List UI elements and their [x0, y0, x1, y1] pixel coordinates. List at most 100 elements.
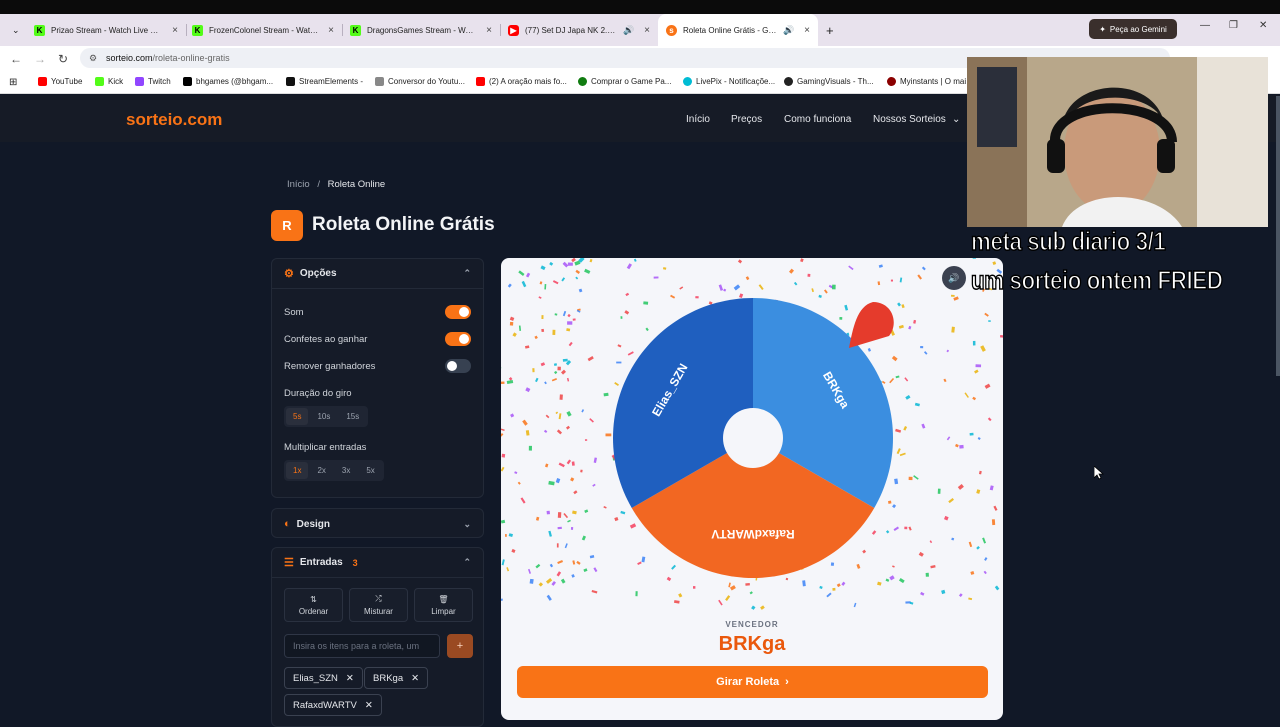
duration-10s[interactable]: 10s — [310, 408, 337, 425]
confetti-piece — [892, 504, 896, 508]
confetti-piece — [559, 463, 565, 468]
confetti-piece — [837, 583, 841, 587]
add-entry-button[interactable]: + — [447, 634, 473, 658]
sound-toggle[interactable] — [445, 305, 471, 319]
design-header[interactable]: ◐ Design ⌄ — [272, 509, 483, 539]
options-header[interactable]: ⚙ Opções ⌃ — [272, 259, 483, 289]
tab-list-button[interactable]: ⌄ — [4, 18, 24, 42]
tab-frozencolonel[interactable]: K FrozenColonel Stream - Watch L × — [184, 18, 342, 42]
duration-5s[interactable]: 5s — [286, 408, 308, 425]
close-window-icon[interactable]: ✕ — [1259, 20, 1267, 31]
site-info-icon[interactable]: ⚙ — [89, 53, 97, 64]
confetti-piece — [891, 280, 893, 282]
apps-icon[interactable]: ⊞ — [9, 77, 17, 88]
nav-nossos-sorteios[interactable]: Nossos Sorteios — [873, 114, 946, 125]
confetti-piece — [505, 534, 507, 537]
site-logo[interactable]: sorteio.com — [126, 110, 222, 130]
confetti-piece — [519, 326, 521, 331]
confetti-piece — [886, 530, 889, 533]
kick-icon — [95, 77, 104, 86]
confetti-piece — [930, 565, 935, 568]
bookmark-twitch[interactable]: Twitch — [135, 77, 171, 86]
bookmark-gamepass[interactable]: Comprar o Game Pa... — [578, 77, 671, 86]
duration-15s[interactable]: 15s — [339, 408, 366, 425]
remove-winners-toggle[interactable] — [445, 359, 471, 373]
nav-inicio[interactable]: Início — [686, 114, 710, 125]
new-tab-button[interactable]: + — [818, 18, 840, 42]
confetti-piece — [970, 433, 974, 436]
chevron-up-icon[interactable]: ⌃ — [463, 557, 471, 568]
confetti-piece — [583, 568, 587, 572]
multiplier-3x[interactable]: 3x — [335, 462, 357, 479]
breadcrumb-home[interactable]: Início — [287, 179, 310, 190]
forward-icon[interactable]: → — [34, 52, 46, 66]
confetti-piece — [915, 403, 920, 407]
scrollbar-thumb[interactable] — [1276, 96, 1280, 376]
confetti-piece — [535, 564, 540, 569]
confetti-piece — [973, 258, 976, 259]
nav-como-funciona[interactable]: Como funciona — [784, 114, 851, 125]
confetti-piece — [959, 593, 963, 597]
confetti-piece — [889, 575, 894, 580]
clear-button[interactable]: 🗑 Limpar — [414, 588, 473, 622]
sort-button[interactable]: ⇅ Ordenar — [284, 588, 343, 622]
confetti-piece — [643, 301, 648, 304]
close-icon[interactable]: × — [804, 25, 810, 36]
close-icon[interactable]: × — [172, 25, 178, 36]
bookmark-livepix[interactable]: LivePix - Notificaçõe... — [683, 77, 775, 86]
bookmark-streamelements[interactable]: StreamElements - — [286, 77, 363, 86]
spin-button[interactable]: Girar Roleta › — [517, 666, 988, 698]
entry-input[interactable]: Insira os itens para a roleta, um — [284, 634, 440, 658]
confetti-toggle[interactable] — [445, 332, 471, 346]
entries-header[interactable]: ☰ Entradas 3 ⌃ — [272, 548, 483, 578]
tab-prizao[interactable]: K Prizao Stream - Watch Live on K × — [26, 18, 186, 42]
speaker-icon[interactable]: 🔊 — [942, 266, 966, 290]
nav-precos[interactable]: Preços — [731, 114, 762, 125]
tab-dj-japa[interactable]: ▶ (77) Set DJ Japa NK 2.0 Ryan 🔊 × — [500, 18, 658, 42]
close-icon[interactable]: × — [328, 25, 334, 36]
bookmark-kick[interactable]: Kick — [95, 77, 123, 86]
chevron-down-icon[interactable]: ⌄ — [463, 519, 471, 530]
bookmark-youtube[interactable]: YouTube — [38, 77, 82, 86]
confetti-piece — [976, 546, 980, 550]
close-icon[interactable]: ✕ — [365, 700, 373, 711]
multiplier-5x[interactable]: 5x — [359, 462, 381, 479]
close-icon[interactable]: ✕ — [411, 673, 419, 684]
chevron-down-icon[interactable]: ⌄ — [952, 114, 960, 125]
confetti-piece — [556, 478, 561, 483]
confetti-piece — [635, 591, 637, 596]
close-icon[interactable]: × — [644, 25, 650, 36]
confetti-piece — [510, 322, 513, 326]
shuffle-button[interactable]: ⤮ Misturar — [349, 588, 408, 622]
chevron-up-icon[interactable]: ⌃ — [463, 268, 471, 279]
gemini-button[interactable]: ✦ Peça ao Gemini — [1089, 19, 1177, 39]
confetti-piece — [557, 429, 562, 434]
confetti-piece — [544, 381, 547, 384]
confetti-piece — [904, 527, 907, 530]
confetti-piece — [580, 470, 582, 473]
confetti-piece — [557, 560, 563, 564]
confetti-piece — [614, 382, 619, 386]
bookmark-myinstants[interactable]: Myinstants | O mai — [887, 77, 966, 86]
maximize-icon[interactable]: ❐ — [1229, 20, 1238, 31]
close-icon[interactable]: × — [486, 25, 492, 36]
kick-icon: K — [350, 25, 361, 36]
bookmark-oracao[interactable]: (2) A oração mais fo... — [476, 77, 567, 86]
speaker-icon[interactable]: 🔊 — [783, 25, 794, 36]
speaker-icon[interactable]: 🔊 — [623, 25, 634, 36]
tab-dragonsgames[interactable]: K DragonsGames Stream - Watch L × — [342, 18, 500, 42]
close-icon[interactable]: ✕ — [346, 673, 354, 684]
bookmark-bhgames[interactable]: bhgames (@bhgam... — [183, 77, 273, 86]
confetti-piece — [540, 265, 545, 270]
back-icon[interactable]: ← — [10, 52, 22, 66]
confetti-piece — [625, 293, 629, 296]
multiplier-2x[interactable]: 2x — [310, 462, 332, 479]
multiplier-1x[interactable]: 1x — [286, 462, 308, 479]
confetti-piece — [589, 418, 594, 422]
tab-roleta-online[interactable]: s Roleta Online Grátis - Gire o 🔊 × — [658, 14, 818, 46]
minimize-icon[interactable]: — — [1200, 20, 1210, 31]
confetti-piece — [532, 368, 534, 372]
reload-icon[interactable]: ↻ — [58, 52, 68, 66]
bookmark-gamingvisuals[interactable]: GamingVisuals - Th... — [784, 77, 874, 86]
bookmark-conversor[interactable]: Conversor do Youtu... — [375, 77, 465, 86]
